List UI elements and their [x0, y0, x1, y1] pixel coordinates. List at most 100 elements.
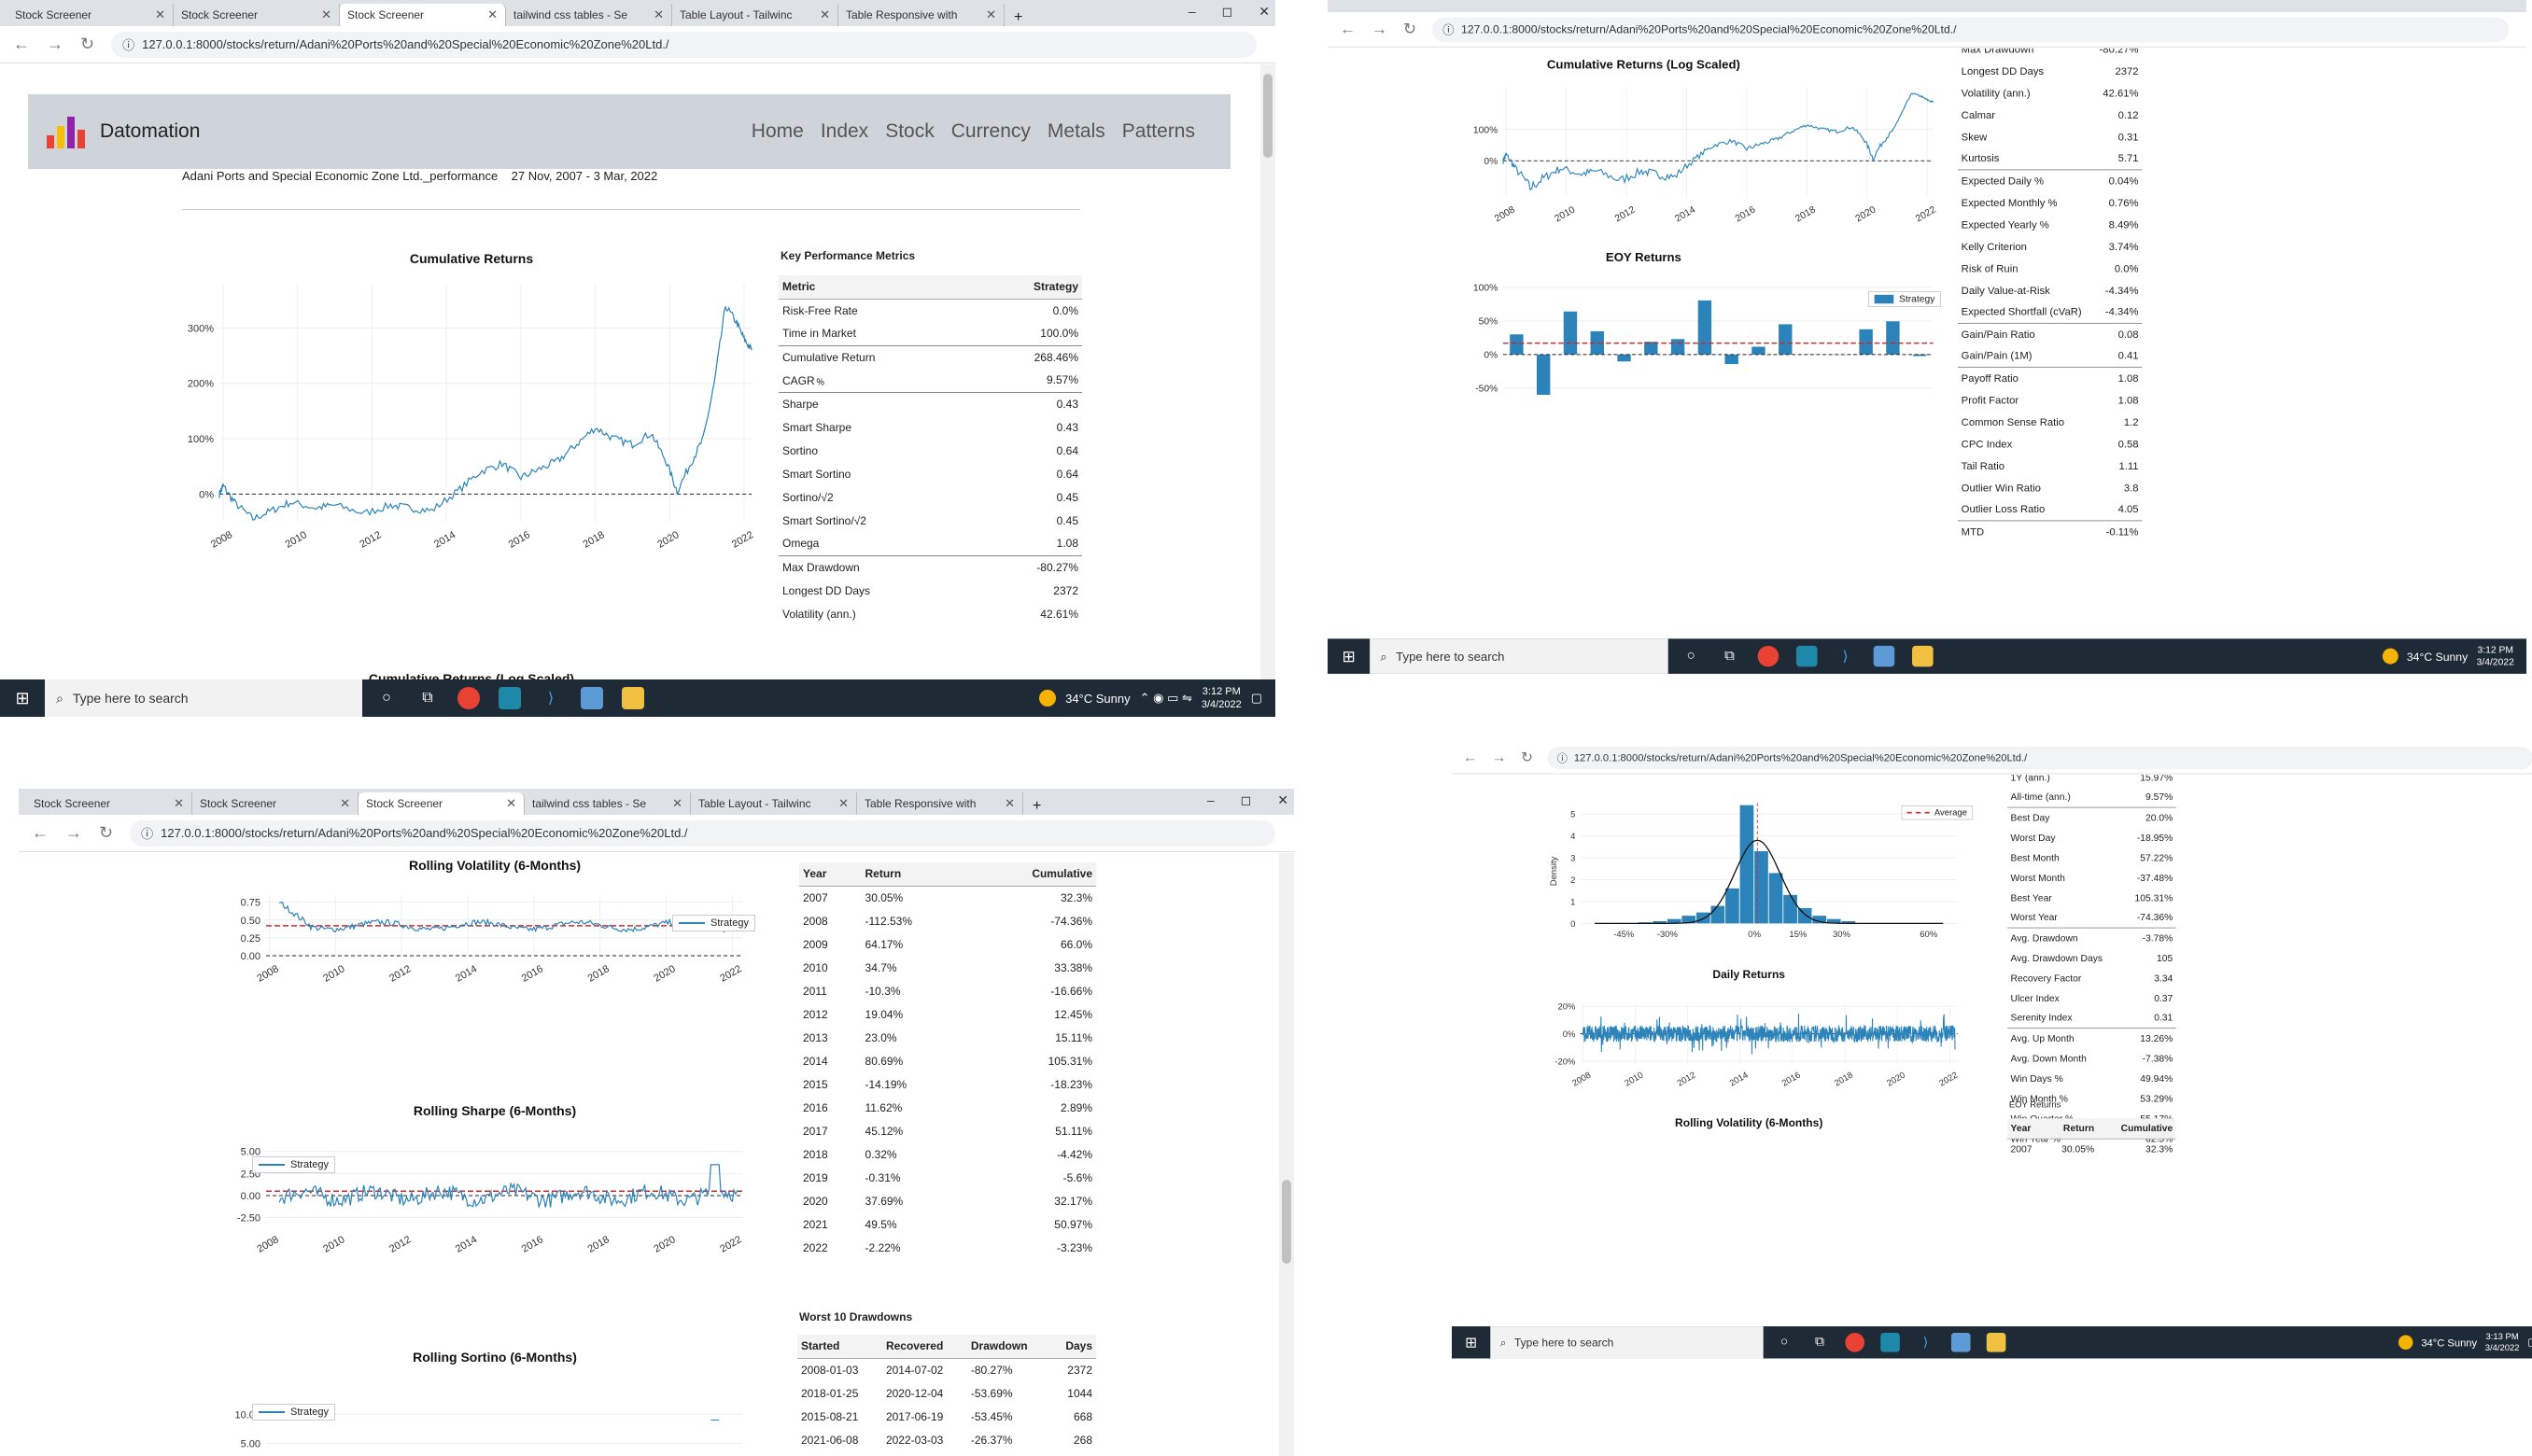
scrollbar[interactable]: [1279, 853, 1294, 1456]
url-input[interactable]: ⓘ 127.0.0.1:8000/stocks/return/Adani%20Po…: [1547, 746, 2532, 769]
windows-start-icon[interactable]: ⊞: [1328, 647, 1370, 665]
taskbar-search[interactable]: ⌕ Type here to search: [1370, 638, 1668, 674]
row-value: 9.57%: [978, 369, 1082, 393]
refresh-icon[interactable]: ↻: [80, 35, 94, 54]
info-icon: ⓘ: [141, 827, 154, 841]
chrome-icon[interactable]: [457, 687, 480, 709]
maximize-button[interactable]: ◻: [1222, 4, 1233, 20]
forward-icon[interactable]: →: [65, 823, 82, 843]
scrollbar[interactable]: [1260, 64, 1275, 679]
edge-icon[interactable]: [1880, 1332, 1900, 1352]
new-tab-button[interactable]: +: [1023, 798, 1050, 815]
nav-home[interactable]: Home: [752, 120, 804, 143]
clock[interactable]: 3:12 PM 3/4/2022: [1202, 685, 1242, 711]
chrome-icon[interactable]: [1845, 1332, 1865, 1352]
close-icon[interactable]: ✕: [321, 7, 331, 22]
file-explorer-icon[interactable]: [1912, 645, 1934, 667]
vscode-icon[interactable]: ⟩: [1916, 1333, 1935, 1352]
notification-icon[interactable]: ▢: [1251, 691, 1262, 706]
close-icon[interactable]: ✕: [986, 7, 996, 22]
close-icon[interactable]: ✕: [672, 796, 682, 811]
weather-text[interactable]: 34°C Sunny: [2407, 650, 2468, 663]
task-view-icon[interactable]: ⧉: [416, 687, 439, 709]
browser-tab[interactable]: tailwind css tables - Se ✕: [506, 4, 672, 26]
task-view-icon[interactable]: ⧉: [1719, 646, 1740, 667]
refresh-icon[interactable]: ↻: [1521, 749, 1533, 766]
nav-patterns[interactable]: Patterns: [1122, 120, 1195, 143]
weather-text[interactable]: 34°C Sunny: [1065, 692, 1131, 706]
taskbar-search[interactable]: ⌕ Type here to search: [1490, 1326, 1764, 1359]
browser-tab[interactable]: Stock Screener ✕: [192, 792, 359, 815]
close-icon[interactable]: ✕: [654, 7, 664, 22]
nav-index[interactable]: Index: [821, 120, 868, 143]
close-window-button[interactable]: ✕: [1259, 4, 1270, 20]
browser-tab[interactable]: Table Responsive with ✕: [838, 4, 1005, 26]
cortana-icon[interactable]: ○: [1681, 646, 1702, 667]
datomation-logo-icon[interactable]: [47, 115, 85, 148]
notepad-icon[interactable]: [1873, 645, 1895, 667]
x-tick-label: 2008: [209, 529, 234, 551]
brand-name[interactable]: Datomation: [100, 120, 200, 143]
forward-icon[interactable]: →: [1492, 749, 1506, 766]
close-icon[interactable]: ✕: [487, 7, 498, 22]
close-icon[interactable]: ✕: [174, 796, 184, 811]
edge-icon[interactable]: [499, 687, 521, 709]
weather-text[interactable]: 34°C Sunny: [2421, 1337, 2477, 1349]
back-icon[interactable]: ←: [1340, 21, 1356, 39]
refresh-icon[interactable]: ↻: [99, 823, 113, 843]
chrome-icon[interactable]: [1757, 645, 1779, 667]
edge-icon[interactable]: [1795, 645, 1818, 667]
row-value: 32.3%: [1060, 890, 1092, 904]
close-icon[interactable]: ✕: [506, 796, 516, 811]
tray-icons[interactable]: ⌃ ◉ ▭ ⇋: [1140, 691, 1192, 706]
minimize-button[interactable]: –: [1189, 4, 1196, 20]
windows-start-icon[interactable]: ⊞: [1452, 1334, 1490, 1351]
cortana-icon[interactable]: ○: [375, 687, 398, 709]
back-icon[interactable]: ←: [32, 823, 49, 843]
maximize-button[interactable]: ◻: [1241, 792, 1252, 808]
task-view-icon[interactable]: ⧉: [1810, 1333, 1830, 1352]
vscode-icon[interactable]: ⟩: [540, 687, 562, 709]
browser-tab[interactable]: tailwind css tables - Se ✕: [525, 792, 691, 815]
taskbar-search[interactable]: ⌕ Type here to search: [45, 679, 362, 717]
browser-tab[interactable]: Stock Screener ✕: [26, 792, 192, 815]
browser-tab-active[interactable]: Stock Screener ✕: [359, 792, 525, 815]
clock[interactable]: 3:13 PM 3/4/2022: [2485, 1331, 2520, 1353]
browser-tab-active[interactable]: Stock Screener ✕: [340, 4, 506, 26]
browser-tab[interactable]: Table Layout - Tailwinc ✕: [691, 792, 857, 815]
windows-start-icon[interactable]: ⊞: [0, 689, 45, 708]
notepad-icon[interactable]: [581, 687, 603, 709]
nav-metals[interactable]: Metals: [1048, 120, 1105, 143]
notepad-icon[interactable]: [1950, 1332, 1971, 1352]
forward-icon[interactable]: →: [47, 35, 63, 54]
url-input[interactable]: ⓘ 127.0.0.1:8000/stocks/return/Adani%20Po…: [1431, 17, 2510, 42]
close-icon[interactable]: ✕: [1005, 796, 1015, 811]
back-icon[interactable]: ←: [13, 35, 30, 54]
back-icon[interactable]: ←: [1463, 749, 1477, 766]
close-icon[interactable]: ✕: [155, 7, 165, 22]
minimize-button[interactable]: –: [1207, 792, 1215, 808]
cortana-icon[interactable]: ○: [1775, 1333, 1794, 1352]
browser-tab[interactable]: Stock Screener ✕: [7, 4, 174, 26]
browser-tab[interactable]: Table Responsive with ✕: [857, 792, 1023, 815]
url-input[interactable]: ⓘ 127.0.0.1:8000/stocks/return/Adani%20Po…: [111, 31, 1257, 58]
close-window-button[interactable]: ✕: [1277, 792, 1288, 808]
new-tab-button[interactable]: +: [1005, 9, 1032, 26]
browser-tab[interactable]: Table Layout - Tailwinc ✕: [672, 4, 838, 26]
browser-tab[interactable]: Stock Screener ✕: [174, 4, 340, 26]
clock[interactable]: 3:12 PM 3/4/2022: [2477, 644, 2514, 668]
row-value: 34.7%: [865, 960, 897, 974]
close-icon[interactable]: ✕: [838, 796, 849, 811]
close-icon[interactable]: ✕: [340, 796, 350, 811]
refresh-icon[interactable]: ↻: [1403, 21, 1416, 39]
file-explorer-icon[interactable]: [622, 687, 644, 709]
file-explorer-icon[interactable]: [1986, 1332, 2006, 1352]
url-input[interactable]: ⓘ 127.0.0.1:8000/stocks/return/Adani%20Po…: [130, 819, 1275, 847]
table-row: Sharpe 0.43: [779, 392, 1082, 415]
vscode-icon[interactable]: ⟩: [1835, 646, 1856, 667]
nav-stock[interactable]: Stock: [885, 120, 935, 143]
forward-icon[interactable]: →: [1372, 21, 1387, 39]
close-icon[interactable]: ✕: [820, 7, 830, 22]
notification-icon[interactable]: ▢: [2527, 1336, 2532, 1349]
nav-currency[interactable]: Currency: [951, 120, 1031, 143]
